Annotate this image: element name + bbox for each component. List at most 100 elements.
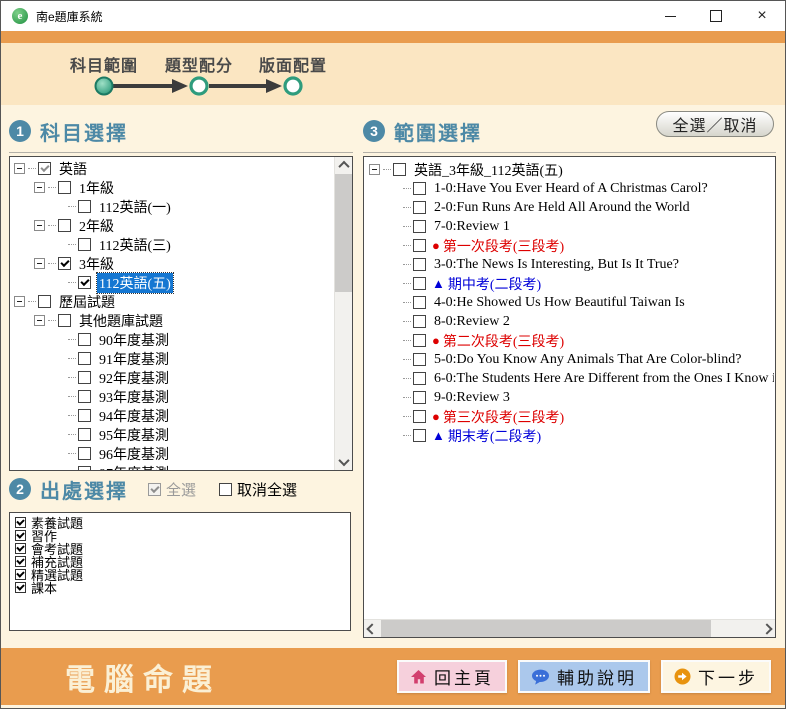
range-tree-item[interactable]: 5-0:Do You Know Any Animals That Are Col…	[367, 350, 774, 369]
subject-tree-checkbox[interactable]	[78, 238, 91, 251]
subject-tree-item[interactable]: 1年級	[12, 178, 333, 197]
subject-tree-item[interactable]: 2年級	[12, 216, 333, 235]
subject-tree-checkbox[interactable]	[78, 200, 91, 213]
scroll-left-button[interactable]	[364, 620, 380, 637]
source-checkbox[interactable]	[15, 543, 26, 554]
subject-tree-label[interactable]: 96年度基測	[97, 444, 171, 464]
horizontal-scrollbar[interactable]	[364, 619, 775, 637]
source-checkbox[interactable]	[15, 582, 26, 593]
tree-collapse-icon[interactable]	[34, 315, 45, 326]
range-tree-label[interactable]: 4-0:He Showed Us How Beautiful Taiwan Is	[432, 295, 687, 311]
next-step-button[interactable]: 下一步	[661, 660, 771, 693]
subject-tree-item[interactable]: 3年級	[12, 254, 333, 273]
range-tree-label[interactable]: 6-0:The Students Here Are Different from…	[432, 371, 774, 387]
subject-tree-checkbox[interactable]	[58, 314, 71, 327]
range-tree-checkbox[interactable]	[413, 353, 426, 366]
subject-tree-label[interactable]: 92年度基測	[97, 368, 171, 388]
subject-tree-label[interactable]: 93年度基測	[97, 387, 171, 407]
subject-tree-label[interactable]: 其他題庫試題	[77, 311, 165, 331]
source-checkbox[interactable]	[15, 530, 26, 541]
range-tree-checkbox[interactable]	[413, 220, 426, 233]
subject-tree-checkbox[interactable]	[78, 390, 91, 403]
subject-tree-label[interactable]: 94年度基測	[97, 406, 171, 426]
range-tree-checkbox[interactable]	[413, 410, 426, 423]
subject-tree-checkbox[interactable]	[58, 219, 71, 232]
subject-tree-item[interactable]: 93年度基測	[12, 387, 333, 406]
scrollbar-thumb[interactable]	[381, 620, 711, 637]
range-tree-item[interactable]: 7-0:Review 1	[367, 217, 774, 236]
tree-collapse-icon[interactable]	[14, 296, 25, 307]
range-tree-label[interactable]: 第一次段考(三段考)	[441, 236, 566, 256]
subject-tree-checkbox[interactable]	[58, 181, 71, 194]
range-tree-item[interactable]: 4-0:He Showed Us How Beautiful Taiwan Is	[367, 293, 774, 312]
range-tree-checkbox[interactable]	[413, 315, 426, 328]
range-tree-item[interactable]: ●第一次段考(三段考)	[367, 236, 774, 255]
subject-tree-checkbox[interactable]	[78, 333, 91, 346]
subject-tree-item[interactable]: 92年度基測	[12, 368, 333, 387]
range-tree-item[interactable]: 3-0:The News Is Interesting, But Is It T…	[367, 255, 774, 274]
select-all-toggle-button[interactable]: 全選／取消	[656, 111, 774, 137]
subject-tree-checkbox[interactable]	[38, 295, 51, 308]
subject-tree-item[interactable]: 91年度基測	[12, 349, 333, 368]
subject-tree-item[interactable]: 其他題庫試題	[12, 311, 333, 330]
minimize-button[interactable]	[647, 1, 693, 31]
range-tree-item[interactable]: ▲期中考(二段考)	[367, 274, 774, 293]
range-tree-checkbox[interactable]	[393, 163, 406, 176]
range-tree-checkbox[interactable]	[413, 277, 426, 290]
tree-collapse-icon[interactable]	[14, 163, 25, 174]
subject-tree-item[interactable]: 歷屆試題	[12, 292, 333, 311]
close-button[interactable]: ×	[739, 1, 785, 31]
range-tree-label[interactable]: 期末考(二段考)	[446, 426, 543, 446]
subject-tree-checkbox[interactable]	[78, 276, 91, 289]
range-tree-item[interactable]: ●第二次段考(三段考)	[367, 331, 774, 350]
range-tree-checkbox[interactable]	[413, 182, 426, 195]
maximize-button[interactable]	[693, 1, 739, 31]
range-tree-checkbox[interactable]	[413, 429, 426, 442]
source-checkbox[interactable]	[15, 569, 26, 580]
help-button[interactable]: 輔助說明	[518, 660, 650, 693]
subject-tree-item[interactable]: 97年度基測	[12, 463, 333, 470]
subject-tree-label[interactable]: 95年度基測	[97, 425, 171, 445]
subject-tree-checkbox[interactable]	[78, 466, 91, 470]
subject-tree-item[interactable]: 112英語(五)	[12, 273, 333, 292]
subject-tree-checkbox[interactable]	[78, 352, 91, 365]
subject-tree-checkbox[interactable]	[78, 409, 91, 422]
subject-tree-label[interactable]: 91年度基測	[97, 349, 171, 369]
range-tree-checkbox[interactable]	[413, 296, 426, 309]
tree-collapse-icon[interactable]	[369, 164, 380, 175]
range-tree-label[interactable]: 3-0:The News Is Interesting, But Is It T…	[432, 257, 681, 273]
subject-tree-checkbox[interactable]	[78, 428, 91, 441]
subject-tree-checkbox[interactable]	[38, 162, 51, 175]
range-tree-item[interactable]: 2-0:Fun Runs Are Held All Around the Wor…	[367, 198, 774, 217]
subject-tree-checkbox[interactable]	[78, 371, 91, 384]
tree-collapse-icon[interactable]	[34, 182, 45, 193]
select-all-checkbox[interactable]	[148, 483, 161, 496]
subject-tree-item[interactable]: 90年度基測	[12, 330, 333, 349]
range-tree-label[interactable]: 1-0:Have You Ever Heard of A Christmas C…	[432, 181, 710, 197]
range-tree-checkbox[interactable]	[413, 372, 426, 385]
subject-tree-item[interactable]: 112英語(一)	[12, 197, 333, 216]
scrollbar-thumb[interactable]	[335, 174, 352, 292]
range-tree-label[interactable]: 第二次段考(三段考)	[441, 331, 566, 351]
source-checkbox[interactable]	[15, 556, 26, 567]
scroll-down-button[interactable]	[335, 454, 352, 470]
scroll-right-button[interactable]	[759, 620, 775, 637]
range-tree-item[interactable]: ●第三次段考(三段考)	[367, 407, 774, 426]
range-tree-item[interactable]: ▲期末考(二段考)	[367, 426, 774, 445]
deselect-all-checkbox[interactable]	[219, 483, 232, 496]
vertical-scrollbar[interactable]	[334, 157, 352, 470]
range-tree-checkbox[interactable]	[413, 258, 426, 271]
tree-collapse-icon[interactable]	[34, 258, 45, 269]
subject-tree-label[interactable]: 90年度基測	[97, 330, 171, 350]
subject-tree-label[interactable]: 97年度基測	[97, 463, 171, 471]
subject-tree-label[interactable]: 2年級	[77, 216, 116, 236]
range-tree-checkbox[interactable]	[413, 334, 426, 347]
subject-tree-item[interactable]: 94年度基測	[12, 406, 333, 425]
subject-tree-label[interactable]: 112英語(五)	[97, 273, 173, 293]
scroll-up-button[interactable]	[335, 157, 352, 173]
subject-tree-item[interactable]: 96年度基測	[12, 444, 333, 463]
range-tree-label[interactable]: 8-0:Review 2	[432, 314, 512, 330]
tree-collapse-icon[interactable]	[34, 220, 45, 231]
source-item[interactable]: 精選試題	[13, 568, 350, 581]
subject-tree-label[interactable]: 歷屆試題	[57, 292, 117, 312]
